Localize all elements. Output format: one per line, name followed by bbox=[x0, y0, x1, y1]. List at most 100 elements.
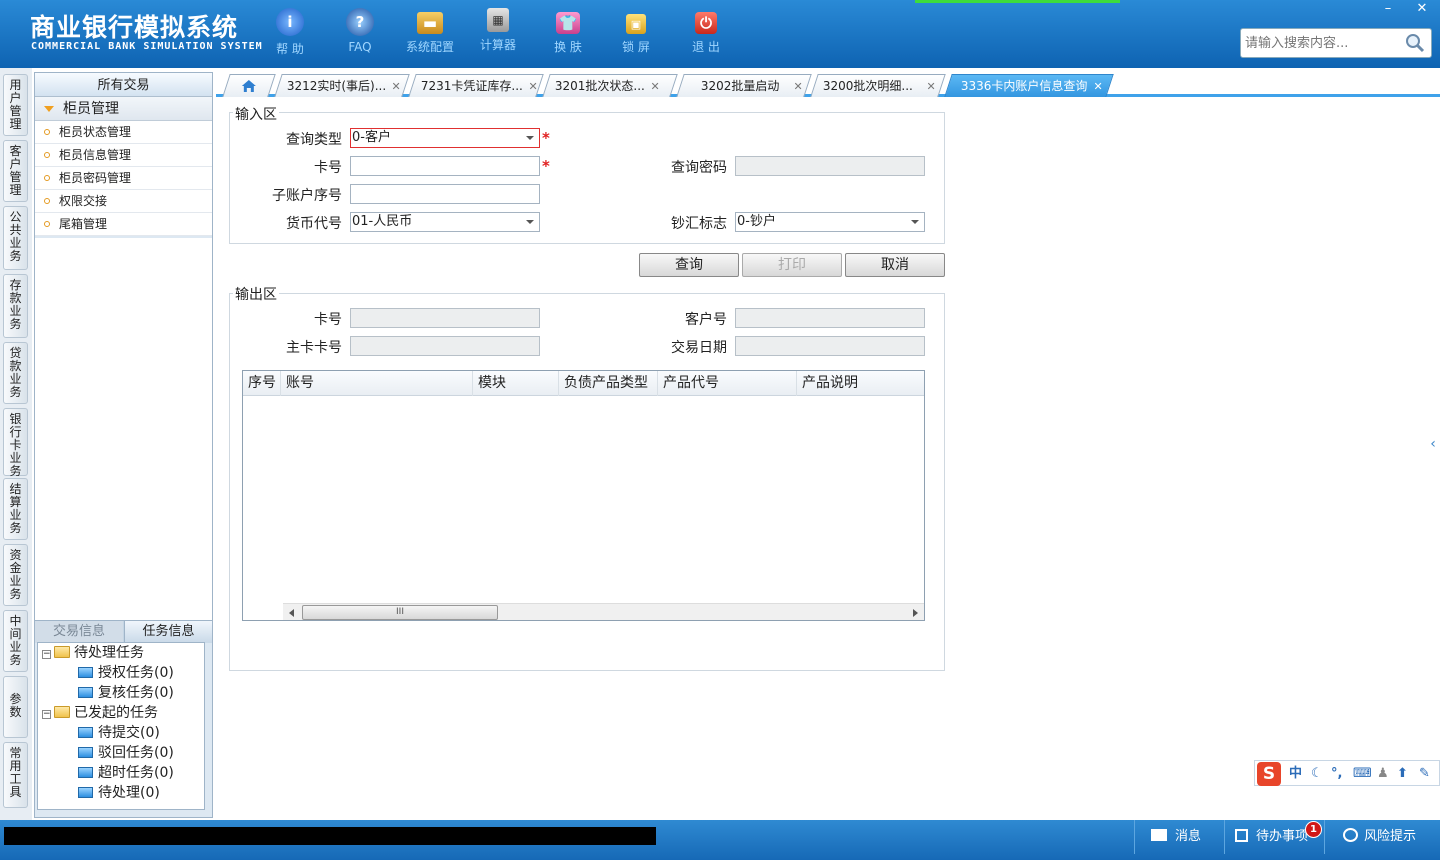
tree-label: 已发起的任务 bbox=[74, 705, 158, 721]
menu-item-teller-info[interactable]: 柜员信息管理 bbox=[35, 144, 212, 167]
system-config-button[interactable]: ▬ 系统配置 bbox=[400, 8, 460, 55]
collapse-icon[interactable]: − bbox=[42, 710, 51, 719]
skin-button[interactable]: 👕 换 肤 bbox=[538, 8, 598, 55]
currency-select[interactable]: 01-人民币 bbox=[350, 212, 540, 232]
faq-button[interactable]: ? FAQ bbox=[330, 8, 390, 54]
calculator-button[interactable]: ▦ 计算器 bbox=[468, 8, 528, 53]
vtab-public-business[interactable]: 公共业务 bbox=[3, 206, 28, 270]
col-product-code[interactable]: 产品代号 bbox=[658, 371, 797, 396]
tree-node-pending[interactable]: − 待处理任务 bbox=[42, 643, 144, 663]
menu-item-teller-status[interactable]: 柜员状态管理 bbox=[35, 121, 212, 144]
close-icon[interactable]: ✕ bbox=[1093, 76, 1102, 98]
vtab-common-tools[interactable]: 常用工具 bbox=[3, 742, 28, 808]
close-icon[interactable]: ✕ bbox=[650, 76, 659, 98]
vtab-intermediary[interactable]: 中间业务 bbox=[3, 610, 28, 672]
vtab-loan[interactable]: 贷款业务 bbox=[3, 342, 28, 404]
punctuation-icon[interactable]: °, bbox=[1331, 764, 1342, 784]
menu-group-teller[interactable]: 柜员管理 bbox=[35, 97, 212, 121]
cancel-button[interactable]: 取消 bbox=[845, 253, 945, 277]
tree-node-auth[interactable]: 授权任务(0) bbox=[78, 663, 174, 683]
tab-3202[interactable]: 3202批量启动 ✕ bbox=[676, 74, 812, 98]
horizontal-scrollbar[interactable]: III bbox=[283, 603, 924, 620]
shirt-icon: 👕 bbox=[556, 12, 580, 34]
envelope-icon bbox=[1151, 829, 1167, 841]
tab-7231[interactable]: 7231卡凭证库存... ✕ bbox=[408, 74, 544, 98]
vtab-bank-card[interactable]: 银行卡业务 bbox=[3, 408, 28, 478]
tab-home[interactable] bbox=[222, 74, 276, 97]
sogou-logo[interactable]: S bbox=[1257, 762, 1281, 786]
messages-button[interactable]: 消息 bbox=[1134, 820, 1224, 854]
cash-flag-value: 0-钞户 bbox=[737, 214, 776, 229]
keyboard-icon[interactable]: ⌨ bbox=[1353, 764, 1372, 784]
menu-item-permission-handover[interactable]: 权限交接 bbox=[35, 190, 212, 213]
tree-node-initiated[interactable]: − 已发起的任务 bbox=[42, 703, 158, 723]
scroll-thumb[interactable]: III bbox=[302, 605, 498, 620]
tree-node-to-submit[interactable]: 待提交(0) bbox=[78, 723, 160, 743]
table-header: 序号 账号 模块 负债产品类型 产品代号 产品说明 bbox=[243, 371, 924, 396]
close-icon[interactable]: ✕ bbox=[926, 76, 935, 98]
tab-3212[interactable]: 3212实时(事后)... ✕ bbox=[274, 74, 410, 98]
close-icon[interactable]: ✕ bbox=[392, 76, 401, 98]
tab-3336-active[interactable]: 3336卡内账户信息查询 ✕ bbox=[944, 74, 1114, 98]
search-input[interactable] bbox=[1241, 29, 1401, 57]
print-button[interactable]: 打印 bbox=[742, 253, 842, 277]
risk-alert-button[interactable]: 风险提示 bbox=[1324, 820, 1440, 854]
exit-label: 退 出 bbox=[692, 40, 720, 54]
vtab-user-mgmt[interactable]: 用户管理 bbox=[3, 74, 28, 136]
tree-label: 授权任务(0) bbox=[98, 665, 174, 681]
tab-3201[interactable]: 3201批次状态... ✕ bbox=[542, 74, 678, 98]
page-tabs: 3212实时(事后)... ✕ 7231卡凭证库存... ✕ 3201批次状态...… bbox=[216, 72, 1440, 97]
vtab-customer-mgmt[interactable]: 客户管理 bbox=[3, 140, 28, 202]
scroll-left-icon[interactable] bbox=[289, 609, 294, 617]
user-icon[interactable]: ♟ bbox=[1377, 764, 1389, 784]
todo-count-badge: 1 bbox=[1305, 821, 1322, 838]
query-button[interactable]: 查询 bbox=[639, 253, 739, 277]
collapse-icon[interactable]: − bbox=[42, 650, 51, 659]
collapse-panel-icon[interactable]: ‹ bbox=[1428, 424, 1438, 464]
ime-lang[interactable]: 中 bbox=[1289, 764, 1302, 784]
tree-node-rejected[interactable]: 驳回任务(0) bbox=[78, 743, 174, 763]
task-icon bbox=[78, 747, 93, 758]
tree-node-timeout[interactable]: 超时任务(0) bbox=[78, 763, 174, 783]
col-module[interactable]: 模块 bbox=[473, 371, 559, 396]
help-button[interactable]: i 帮 助 bbox=[260, 8, 320, 57]
exit-button[interactable]: ⏻ 退 出 bbox=[676, 8, 736, 55]
dropdown-arrow-icon bbox=[526, 136, 534, 140]
col-account[interactable]: 账号 bbox=[281, 371, 473, 396]
tree-node-review[interactable]: 复核任务(0) bbox=[78, 683, 174, 703]
menu-item-teller-password[interactable]: 柜员密码管理 bbox=[35, 167, 212, 190]
customer-number-field bbox=[735, 308, 925, 328]
search-icon[interactable] bbox=[1405, 33, 1425, 53]
task-tabs: 交易信息 任务信息 bbox=[35, 620, 212, 643]
minimize-button[interactable]: – bbox=[1372, 0, 1404, 18]
tab-3200[interactable]: 3200批次明细... ✕ bbox=[810, 74, 946, 98]
moon-icon[interactable]: ☾ bbox=[1311, 764, 1323, 784]
col-seq[interactable]: 序号 bbox=[243, 371, 281, 396]
lock-screen-button[interactable]: ▣ 锁 屏 bbox=[606, 8, 666, 55]
wrench-icon[interactable]: ✎ bbox=[1419, 764, 1430, 784]
col-product-desc[interactable]: 产品说明 bbox=[797, 371, 924, 396]
tree-label: 复核任务(0) bbox=[98, 685, 174, 701]
scroll-right-icon[interactable] bbox=[913, 609, 918, 617]
shirt-icon[interactable]: ⬆ bbox=[1397, 764, 1408, 784]
tree-node-to-process[interactable]: 待处理(0) bbox=[78, 783, 160, 803]
bullet-icon bbox=[44, 198, 50, 204]
vtab-parameters[interactable]: 参数 bbox=[3, 676, 28, 738]
subaccount-input[interactable] bbox=[350, 184, 540, 204]
query-type-select[interactable]: 0-客户 bbox=[350, 128, 540, 148]
vtab-deposit[interactable]: 存款业务 bbox=[3, 274, 28, 338]
card-number-input[interactable] bbox=[350, 156, 540, 176]
vtab-funds[interactable]: 资金业务 bbox=[3, 544, 28, 606]
vtab-settlement[interactable]: 结算业务 bbox=[3, 478, 28, 540]
close-icon[interactable]: ✕ bbox=[528, 76, 537, 98]
cash-flag-select[interactable]: 0-钞户 bbox=[735, 212, 925, 232]
close-icon[interactable]: ✕ bbox=[793, 76, 802, 98]
tab-task-info[interactable]: 任务信息 bbox=[124, 621, 212, 643]
task-icon bbox=[78, 727, 93, 738]
menu-item-cash-box[interactable]: 尾箱管理 bbox=[35, 213, 212, 236]
query-password-input[interactable] bbox=[735, 156, 925, 176]
tab-transaction-info[interactable]: 交易信息 bbox=[35, 621, 123, 643]
close-window-button[interactable]: ✕ bbox=[1406, 0, 1438, 18]
menu-item-label: 权限交接 bbox=[59, 194, 108, 208]
col-liability-type[interactable]: 负债产品类型 bbox=[559, 371, 658, 396]
